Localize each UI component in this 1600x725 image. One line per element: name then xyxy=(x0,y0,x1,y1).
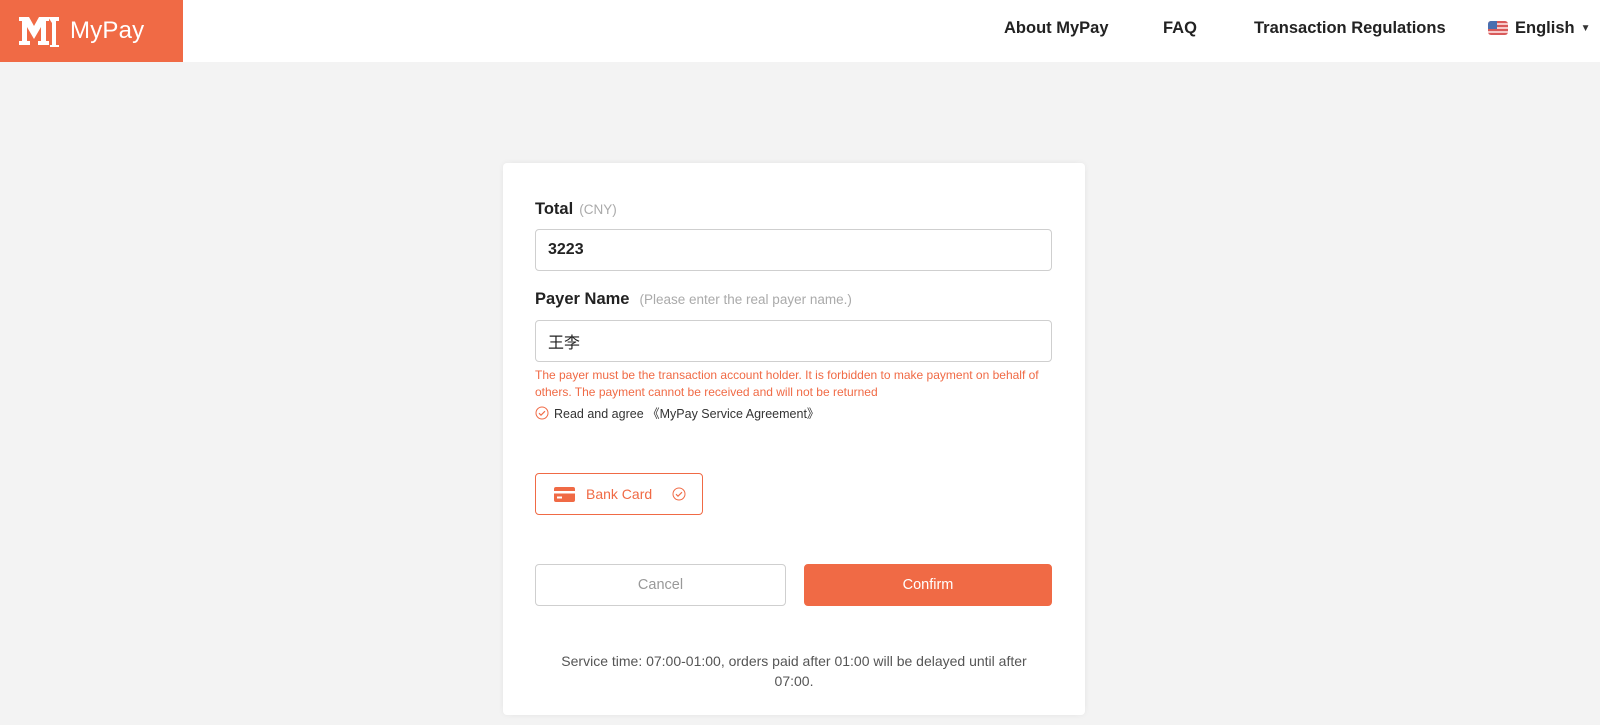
us-flag-icon xyxy=(1488,21,1508,35)
payer-label-row: Payer Name (Please enter the real payer … xyxy=(535,290,852,309)
agreement-text: Read and agree 《MyPay Service Agreement》 xyxy=(554,407,820,421)
mypay-logo-icon xyxy=(19,17,59,47)
nav-faq-item: FAQ xyxy=(1163,0,1197,56)
confirm-button[interactable]: Confirm xyxy=(804,564,1052,606)
total-label-row: Total (CNY) xyxy=(535,200,617,219)
agreement-checkbox[interactable]: Read and agree 《MyPay Service Agreement》 xyxy=(535,403,819,422)
caret-down-icon: ▼ xyxy=(1580,22,1591,34)
mypay-logo[interactable]: MyPay xyxy=(0,0,183,62)
total-amount-input[interactable] xyxy=(535,229,1052,271)
nav-faq-link[interactable]: FAQ xyxy=(1163,19,1197,38)
total-label: Total xyxy=(535,200,574,218)
nav-about-item: About MyPay xyxy=(1004,0,1109,56)
payer-name-input[interactable] xyxy=(535,320,1052,362)
payer-name-hint: (Please enter the real payer name.) xyxy=(639,292,852,307)
bank-card-label: Bank Card xyxy=(586,486,653,502)
service-time-note: Service time: 07:00-01:00, orders paid a… xyxy=(561,653,1027,689)
cancel-button[interactable]: Cancel xyxy=(535,564,786,606)
language-selector[interactable]: English ▼ xyxy=(1488,0,1591,56)
nav-regulations-link[interactable]: Transaction Regulations xyxy=(1254,19,1446,38)
check-circle-icon xyxy=(535,406,549,419)
nav-about-link[interactable]: About MyPay xyxy=(1004,19,1109,38)
bank-card-option[interactable]: Bank Card xyxy=(535,473,703,515)
credit-card-icon xyxy=(554,486,575,502)
top-header: MyPay About MyPay FAQ Transaction Regula… xyxy=(0,0,1600,62)
nav-regulations-item: Transaction Regulations xyxy=(1254,0,1446,56)
language-label: English xyxy=(1515,18,1575,37)
brand-name: MyPay xyxy=(70,17,145,44)
payer-name-label: Payer Name xyxy=(535,290,630,308)
total-unit: (CNY) xyxy=(579,202,617,217)
payment-card: Total (CNY) Payer Name (Please enter the… xyxy=(503,163,1085,715)
payer-warning: The payer must be the transaction accoun… xyxy=(535,368,1039,399)
check-circle-icon xyxy=(672,487,686,501)
